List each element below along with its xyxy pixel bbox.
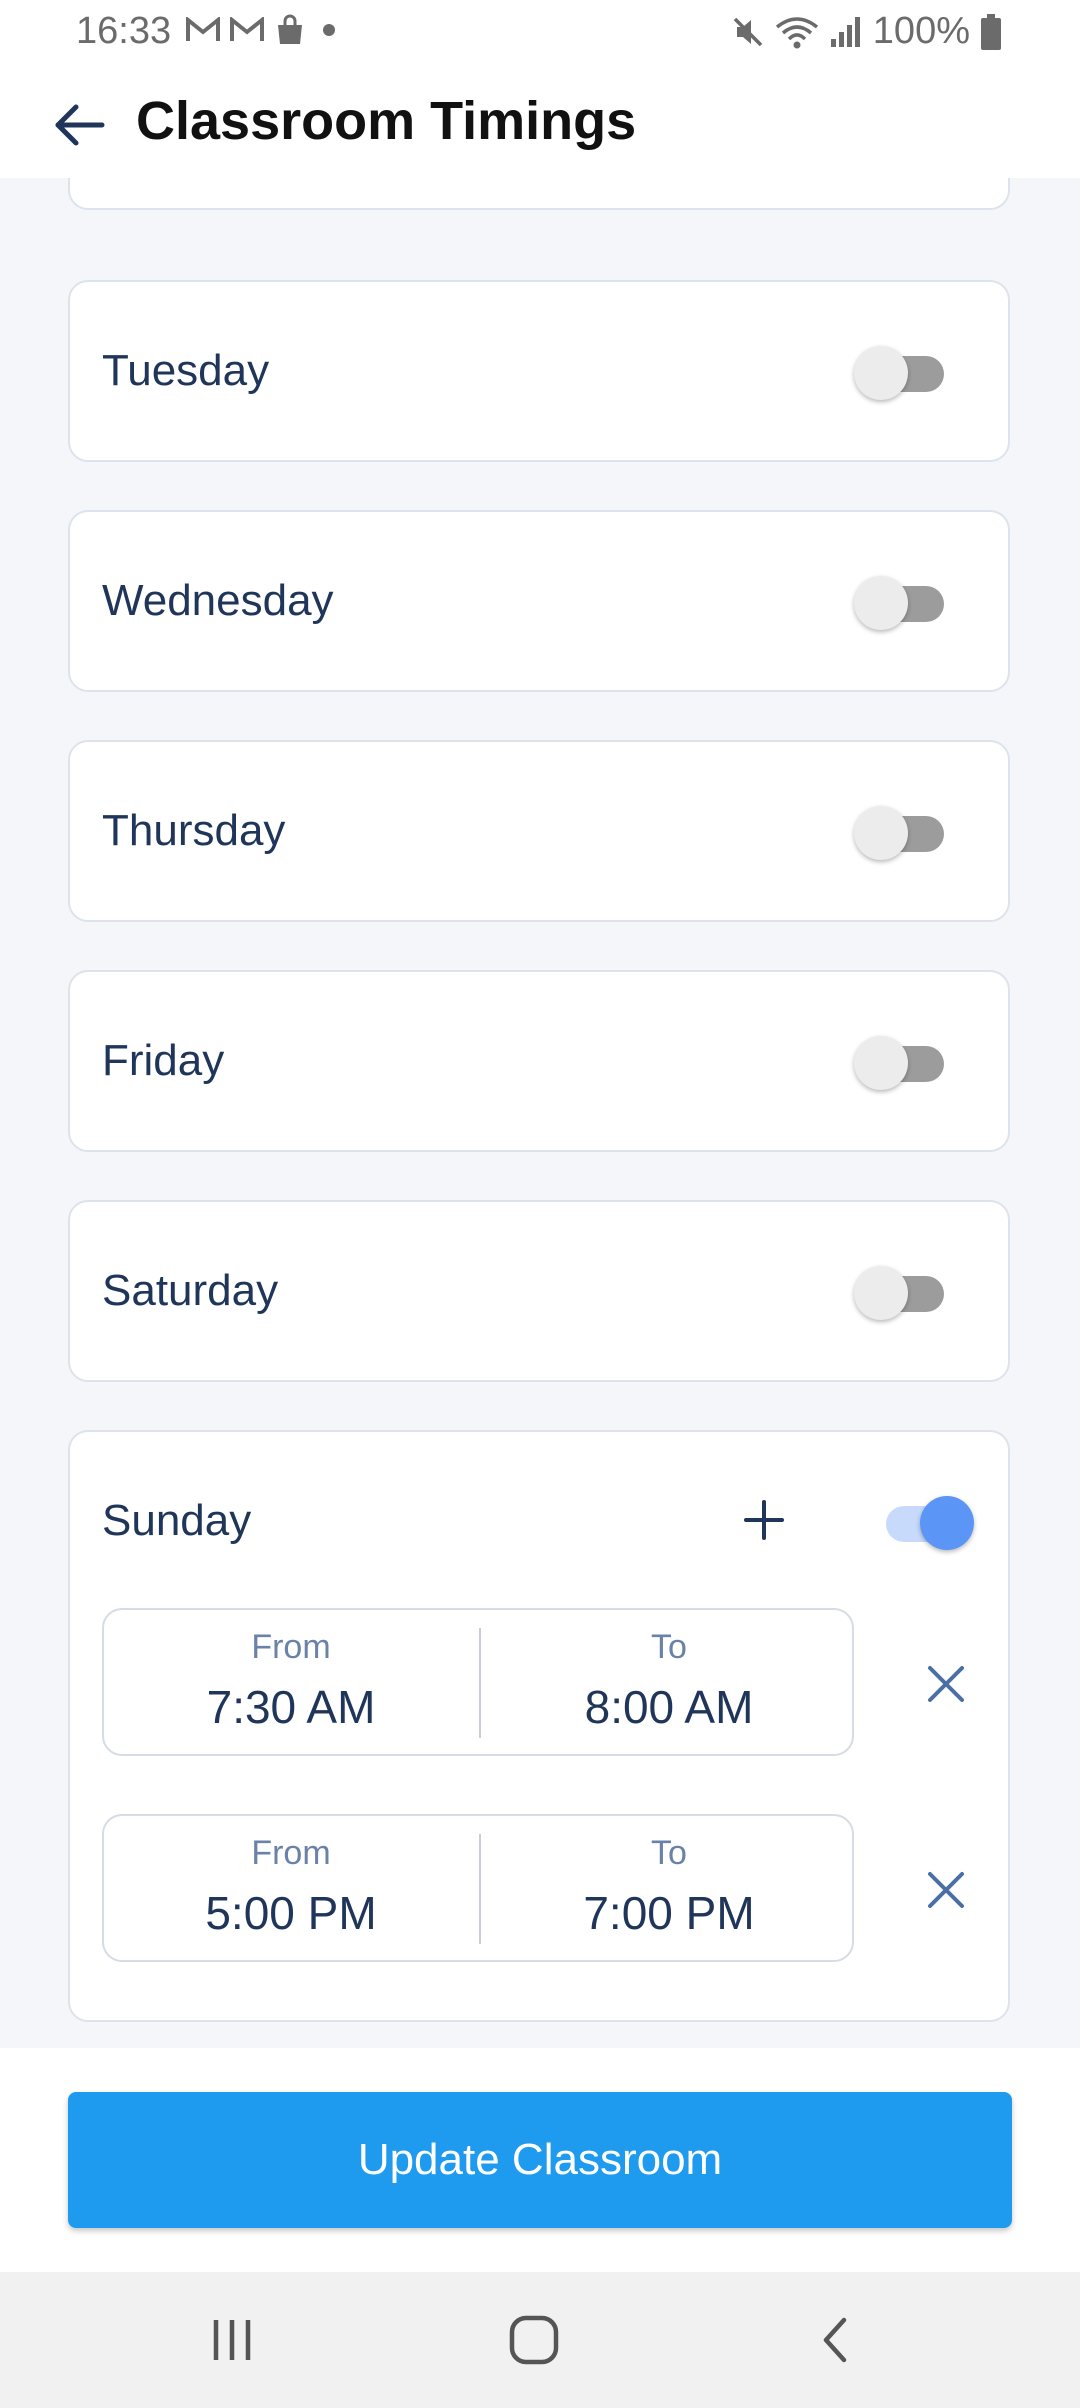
day-toggle[interactable]	[854, 800, 948, 864]
page-title: Classroom Timings	[136, 91, 637, 151]
recent-apps-icon	[213, 2320, 251, 2360]
signal-icon	[830, 16, 860, 47]
timings-list[interactable]: Tuesday Wednesday Thursday Friday Saturd…	[0, 178, 1080, 2048]
day-label: Friday	[102, 1036, 225, 1085]
system-status-icons: 100%	[731, 10, 1002, 53]
day-label: Saturday	[102, 1266, 279, 1315]
update-classroom-button[interactable]: Update Classroom	[68, 2092, 1012, 2228]
back-icon	[823, 2317, 847, 2363]
day-toggle[interactable]	[878, 1490, 974, 1554]
day-toggle[interactable]	[854, 570, 948, 634]
status-bar: 16:33 100%	[0, 0, 1080, 64]
remove-slot-button[interactable]	[916, 1654, 976, 1714]
battery-percent: 100%	[872, 10, 970, 52]
to-time[interactable]: To 7:00 PM	[482, 1816, 856, 1964]
add-slot-button[interactable]	[734, 1490, 794, 1550]
time-slot: From 5:00 PM To 7:00 PM	[102, 1814, 854, 1962]
day-label: Sunday	[102, 1496, 252, 1545]
home-button[interactable]	[504, 2310, 564, 2370]
gmail-icon	[186, 17, 220, 41]
app-bar: Classroom Timings	[0, 64, 1080, 178]
day-card-partial	[68, 178, 1010, 210]
divider	[479, 1628, 481, 1738]
notification-icons	[186, 14, 342, 46]
battery-icon	[981, 13, 1001, 50]
nav-back-button[interactable]	[806, 2310, 866, 2370]
day-toggle[interactable]	[854, 340, 948, 404]
time-slot: From 7:30 AM To 8:00 AM	[102, 1608, 854, 1756]
day-toggle[interactable]	[854, 1260, 948, 1324]
from-time[interactable]: From 7:30 AM	[104, 1610, 478, 1758]
from-value: 7:30 AM	[206, 1681, 376, 1733]
gmail-icon	[230, 17, 264, 41]
wifi-icon	[775, 16, 818, 48]
to-label: To	[651, 1628, 687, 1666]
to-value: 8:00 AM	[584, 1681, 754, 1733]
day-card-tuesday: Tuesday	[68, 280, 1010, 462]
day-card-sunday: Sunday From 7:30 AM To 8:00 AM From 5:00…	[68, 1430, 1010, 2022]
from-label: From	[251, 1834, 331, 1872]
recent-apps-button[interactable]	[202, 2310, 262, 2370]
dot-icon	[323, 24, 335, 36]
status-time: 16:33	[76, 10, 172, 52]
back-arrow-icon	[55, 104, 105, 146]
system-nav-bar	[0, 2272, 1080, 2408]
day-toggle[interactable]	[854, 1030, 948, 1094]
day-label: Tuesday	[102, 346, 270, 395]
to-time[interactable]: To 8:00 AM	[482, 1610, 856, 1758]
shopping-bag-icon	[278, 14, 302, 44]
from-label: From	[251, 1628, 331, 1666]
day-card-wednesday: Wednesday	[68, 510, 1010, 692]
day-card-saturday: Saturday	[68, 1200, 1010, 1382]
close-icon	[928, 1872, 964, 1908]
divider	[479, 1834, 481, 1944]
day-label: Thursday	[102, 806, 286, 855]
to-value: 7:00 PM	[583, 1887, 755, 1939]
day-card-friday: Friday	[68, 970, 1010, 1152]
day-card-thursday: Thursday	[68, 740, 1010, 922]
to-label: To	[651, 1834, 687, 1872]
plus-icon	[744, 1500, 784, 1540]
from-value: 5:00 PM	[205, 1887, 377, 1939]
from-time[interactable]: From 5:00 PM	[104, 1816, 478, 1964]
remove-slot-button[interactable]	[916, 1860, 976, 1920]
home-icon	[509, 2315, 559, 2365]
close-icon	[928, 1666, 964, 1702]
mute-icon	[733, 17, 763, 46]
back-button[interactable]	[52, 98, 106, 152]
day-label: Wednesday	[102, 576, 334, 625]
